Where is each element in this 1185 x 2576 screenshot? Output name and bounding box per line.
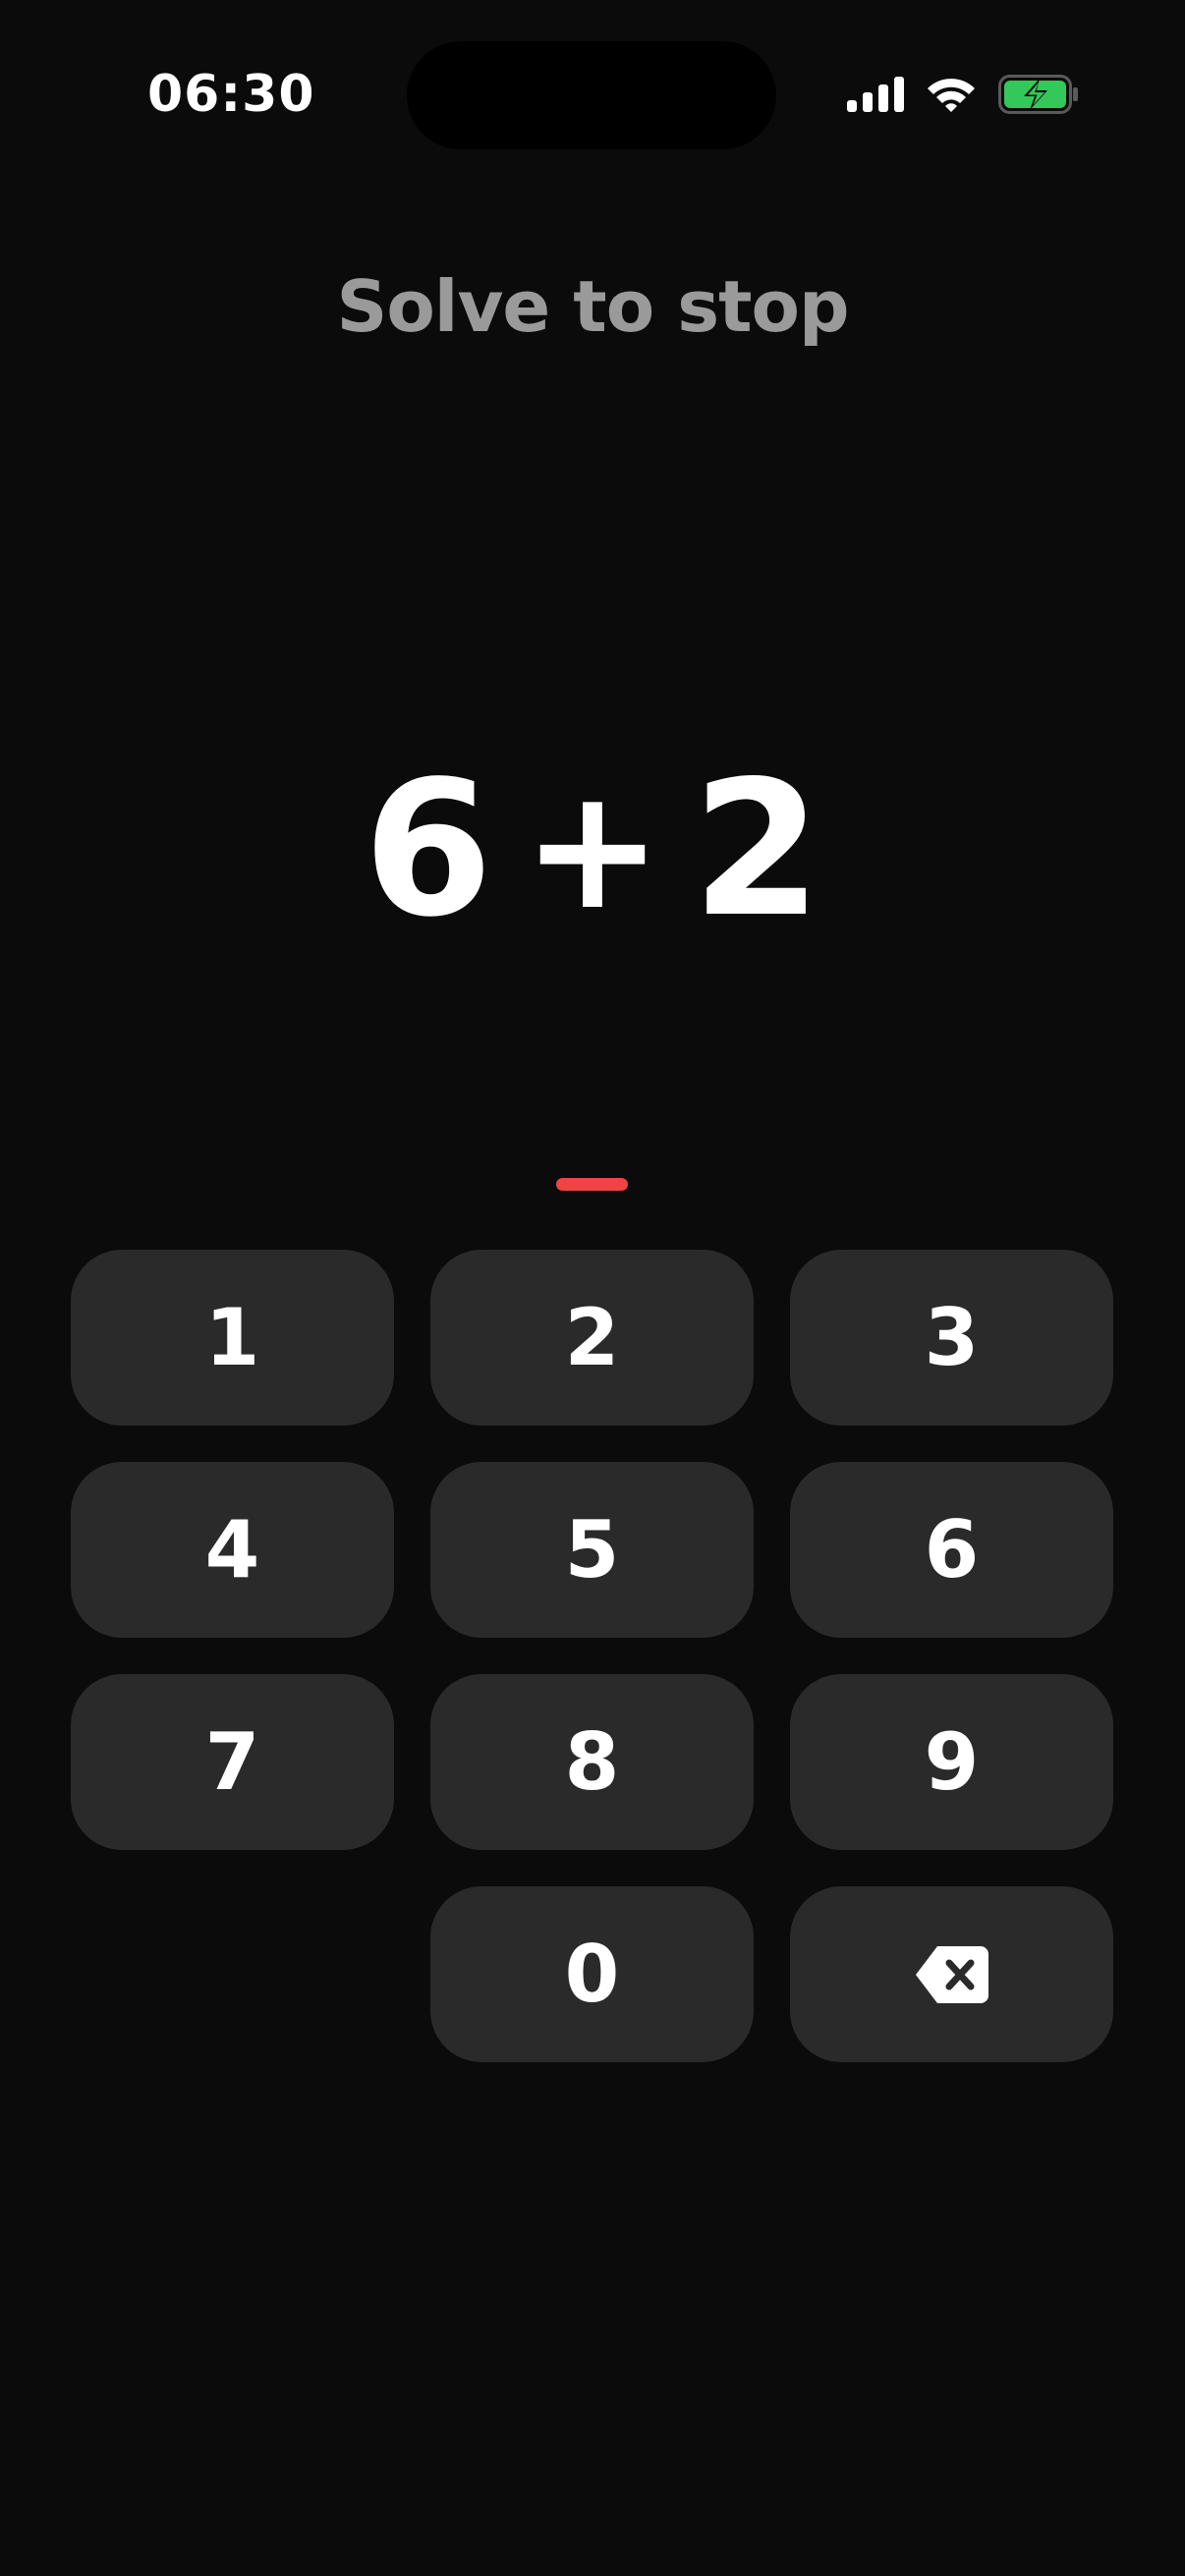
key-7[interactable]: 7 bbox=[71, 1674, 394, 1850]
key-6[interactable]: 6 bbox=[790, 1462, 1113, 1638]
equation-left-operand: 6 bbox=[363, 741, 493, 958]
key-1[interactable]: 1 bbox=[71, 1250, 394, 1426]
key-8[interactable]: 8 bbox=[430, 1674, 754, 1850]
backspace-icon bbox=[915, 1945, 988, 2003]
key-3[interactable]: 3 bbox=[790, 1250, 1113, 1426]
key-4[interactable]: 4 bbox=[71, 1462, 394, 1638]
battery-charging-icon bbox=[998, 75, 1078, 114]
wifi-icon bbox=[928, 79, 975, 112]
key-9[interactable]: 9 bbox=[790, 1674, 1113, 1850]
number-keypad: 1 2 3 4 5 6 7 8 9 0 bbox=[71, 1250, 1114, 2062]
backspace-button[interactable] bbox=[790, 1886, 1113, 2062]
keypad-empty-slot bbox=[71, 1886, 394, 2062]
dynamic-island bbox=[407, 41, 776, 149]
equation-right-operand: 2 bbox=[692, 741, 822, 958]
key-2[interactable]: 2 bbox=[430, 1250, 754, 1426]
key-0[interactable]: 0 bbox=[430, 1886, 754, 2062]
page-title: Solve to stop bbox=[336, 265, 849, 348]
answer-input-caret bbox=[556, 1178, 628, 1191]
equation-operator: + bbox=[522, 753, 663, 947]
key-5[interactable]: 5 bbox=[430, 1462, 754, 1638]
status-icons bbox=[847, 69, 1079, 120]
cellular-signal-icon bbox=[847, 77, 904, 112]
status-time: 06:30 bbox=[147, 65, 315, 124]
math-problem: 6 + 2 bbox=[0, 756, 1185, 943]
